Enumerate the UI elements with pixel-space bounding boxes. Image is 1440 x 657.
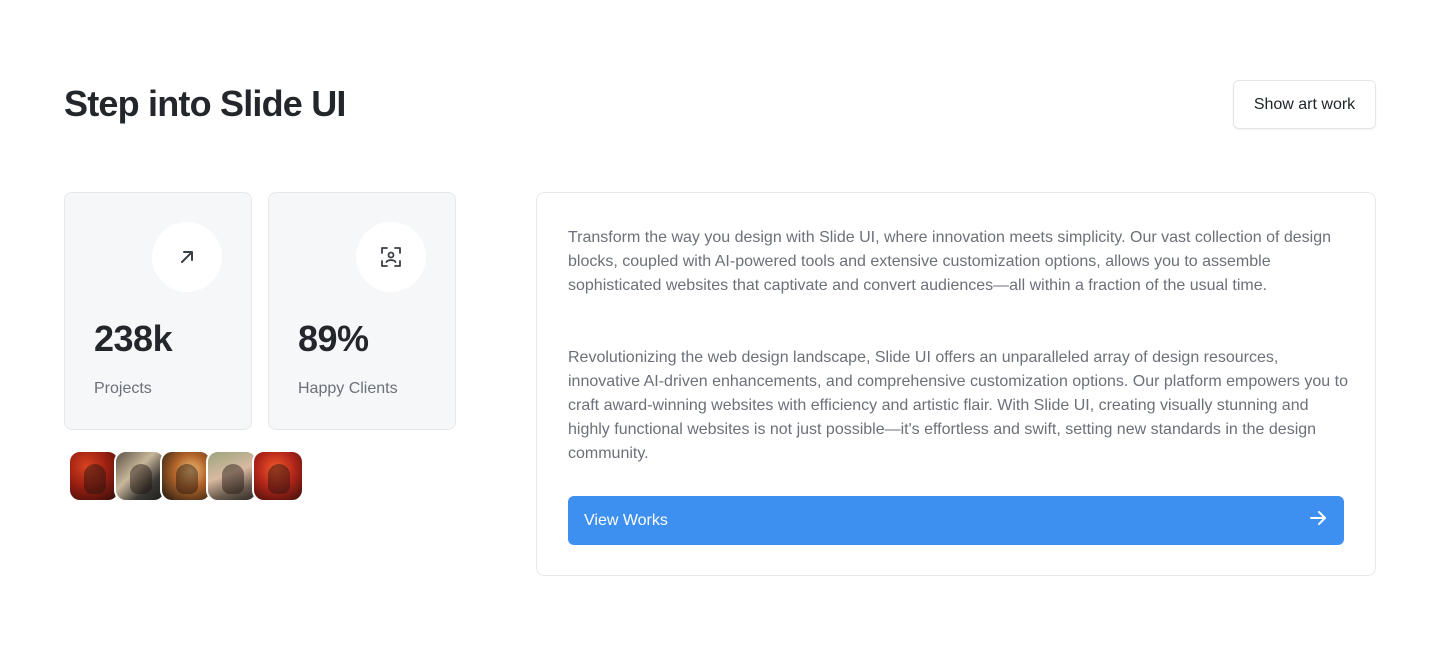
description-paragraph: Revolutionizing the web design landscape… (568, 349, 1348, 462)
avatar[interactable] (68, 450, 120, 502)
stat-label: Happy Clients (298, 380, 398, 397)
content-card: Transform the way you design with Slide … (536, 192, 1376, 576)
avatar[interactable] (114, 450, 166, 502)
stat-card-happy-clients: 89% Happy Clients (268, 192, 456, 430)
view-works-label: View Works (584, 511, 668, 529)
avatar[interactable] (160, 450, 212, 502)
scan-user-icon (356, 222, 426, 292)
stat-value: 238k (94, 318, 173, 359)
view-works-button[interactable]: View Works (568, 496, 1344, 545)
page-title: Step into Slide UI (64, 83, 346, 124)
show-art-work-button[interactable]: Show art work (1233, 80, 1376, 129)
stat-value: 89% (298, 318, 369, 359)
arrow-up-right-icon (152, 222, 222, 292)
stat-card-projects: 238k Projects (64, 192, 252, 430)
avatar-group (68, 450, 304, 502)
arrow-right-icon (1308, 508, 1328, 533)
avatar[interactable] (206, 450, 258, 502)
page: Step into Slide UI Show art work 238k Pr… (0, 0, 1440, 657)
stat-label: Projects (94, 380, 152, 397)
description-paragraph: Transform the way you design with Slide … (568, 229, 1331, 294)
avatar[interactable] (252, 450, 304, 502)
